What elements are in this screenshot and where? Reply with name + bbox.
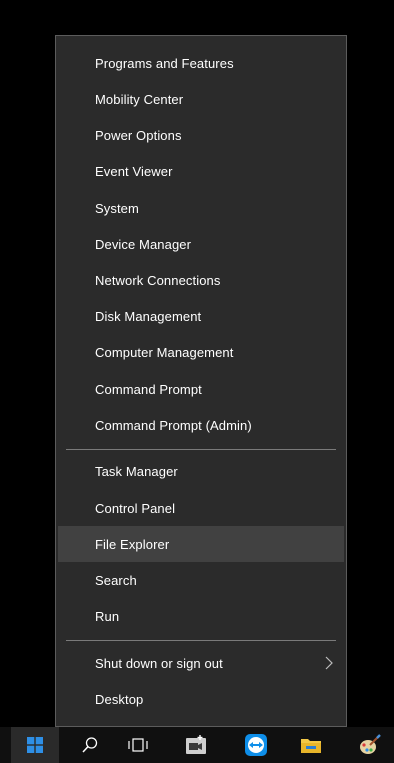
- teamviewer-icon: [245, 734, 267, 756]
- taskbar-search-button[interactable]: [66, 727, 114, 763]
- taskbar-app-file-explorer[interactable]: [287, 727, 335, 763]
- menu-item-programs-and-features[interactable]: Programs and Features: [58, 45, 344, 81]
- menu-item-mobility-center[interactable]: Mobility Center: [58, 81, 344, 117]
- chevron-right-icon: [325, 656, 333, 670]
- menu-item-label: System: [95, 200, 139, 216]
- menu-item-label: Search: [95, 572, 137, 588]
- menu-item-label: Power Options: [95, 127, 182, 143]
- menu-item-label: Run: [95, 608, 120, 624]
- menu-item-label: Disk Management: [95, 308, 202, 324]
- menu-item-label: Shut down or sign out: [95, 655, 223, 671]
- menu-item-label: Event Viewer: [95, 163, 173, 179]
- screen: Programs and Features Mobility Center Po…: [0, 0, 394, 763]
- windows-start-icon: [27, 737, 43, 753]
- task-view-icon: [128, 738, 148, 752]
- menu-item-search[interactable]: Search: [58, 562, 344, 598]
- winx-context-menu: Programs and Features Mobility Center Po…: [55, 35, 347, 727]
- menu-item-label: File Explorer: [95, 536, 170, 552]
- taskbar-app-camera[interactable]: [172, 727, 220, 763]
- paint-icon: [360, 734, 381, 754]
- menu-item-label: Desktop: [95, 691, 144, 707]
- start-button[interactable]: [11, 727, 59, 763]
- menu-item-disk-management[interactable]: Disk Management: [58, 298, 344, 334]
- menu-item-label: Command Prompt (Admin): [95, 417, 252, 433]
- menu-item-file-explorer[interactable]: File Explorer: [58, 526, 344, 562]
- menu-item-system[interactable]: System: [58, 190, 344, 226]
- menu-item-command-prompt[interactable]: Command Prompt: [58, 371, 344, 407]
- taskbar-app-paint[interactable]: [346, 727, 394, 763]
- menu-item-control-panel[interactable]: Control Panel: [58, 490, 344, 526]
- menu-item-label: Control Panel: [95, 500, 176, 516]
- menu-item-device-manager[interactable]: Device Manager: [58, 226, 344, 262]
- menu-item-label: Device Manager: [95, 236, 192, 252]
- menu-item-label: Programs and Features: [95, 55, 234, 71]
- menu-item-label: Command Prompt: [95, 381, 202, 397]
- taskbar-app-teamviewer[interactable]: [232, 727, 280, 763]
- menu-item-label: Computer Management: [95, 344, 234, 360]
- taskbar: [0, 727, 394, 763]
- task-view-button[interactable]: [114, 727, 162, 763]
- menu-item-label: Mobility Center: [95, 91, 184, 107]
- menu-separator: [66, 449, 336, 450]
- search-icon: [82, 737, 98, 753]
- menu-item-network-connections[interactable]: Network Connections: [58, 262, 344, 298]
- menu-item-computer-management[interactable]: Computer Management: [58, 334, 344, 370]
- menu-item-power-options[interactable]: Power Options: [58, 117, 344, 153]
- menu-item-shut-down-or-sign-out[interactable]: Shut down or sign out: [58, 645, 344, 681]
- menu-separator: [66, 640, 336, 641]
- menu-item-task-manager[interactable]: Task Manager: [58, 453, 344, 489]
- menu-item-desktop[interactable]: Desktop: [58, 681, 344, 717]
- menu-item-label: Network Connections: [95, 272, 221, 288]
- menu-item-command-prompt-admin[interactable]: Command Prompt (Admin): [58, 407, 344, 443]
- camera-app-icon: [186, 735, 206, 754]
- menu-item-run[interactable]: Run: [58, 598, 344, 634]
- menu-item-event-viewer[interactable]: Event Viewer: [58, 153, 344, 189]
- menu-item-label: Task Manager: [95, 463, 178, 479]
- file-explorer-icon: [301, 739, 321, 753]
